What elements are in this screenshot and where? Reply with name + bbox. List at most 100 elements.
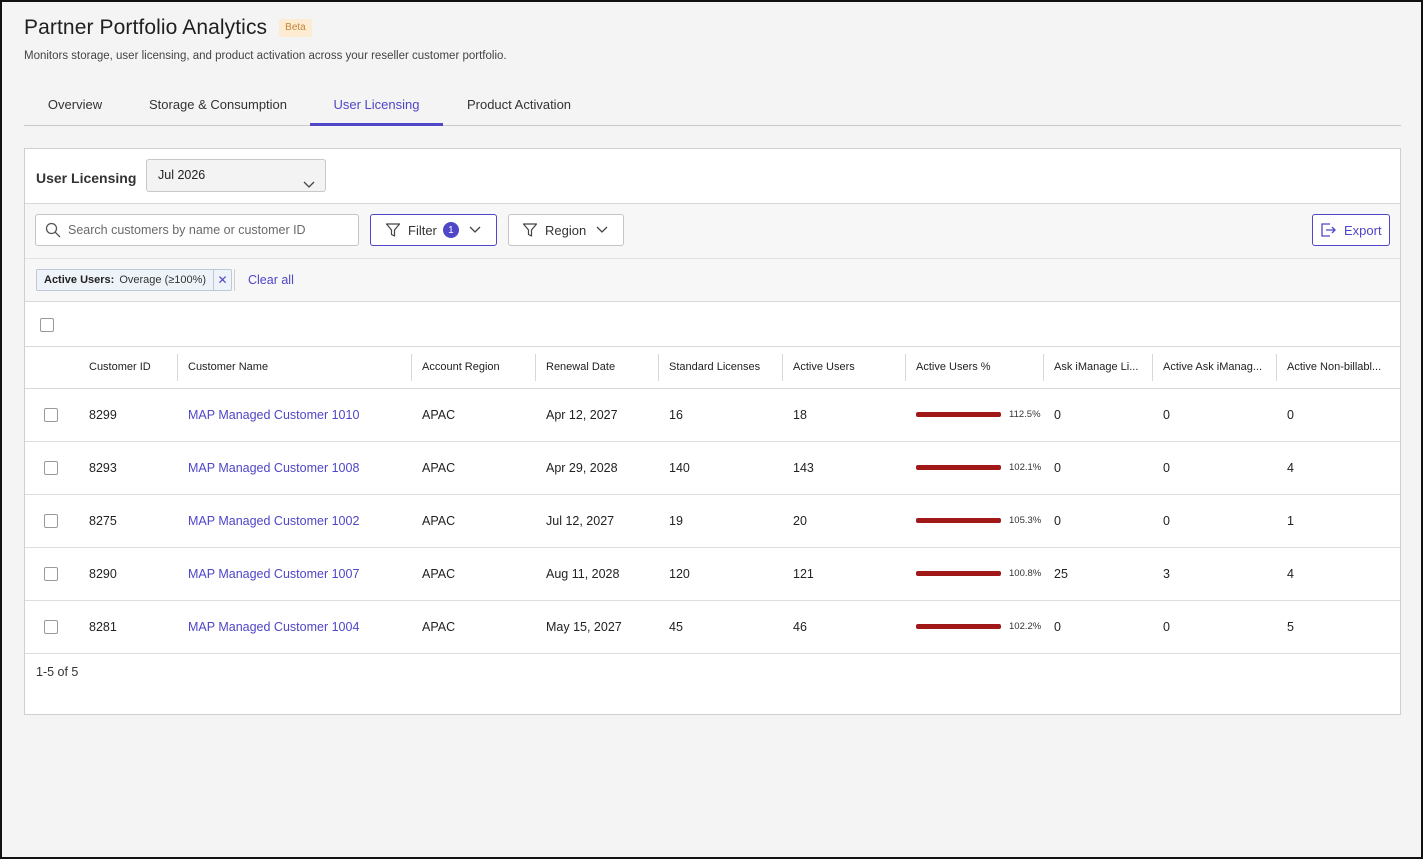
tab-user-licensing[interactable]: User Licensing: [310, 84, 443, 126]
tab-overview[interactable]: Overview: [24, 84, 126, 125]
cell-region: APAC: [411, 547, 535, 601]
cell-standard-licenses: 45: [658, 600, 782, 654]
panel-title: User Licensing: [36, 170, 137, 186]
customer-name-link[interactable]: MAP Managed Customer 1008: [188, 461, 359, 475]
toolbar: Filter 1 Region Export: [25, 204, 1400, 259]
chevron-down-icon: [303, 170, 315, 201]
header-customer-name[interactable]: Customer Name: [177, 347, 411, 389]
header-ask-imanage-licenses[interactable]: Ask iManage Li...: [1043, 347, 1152, 389]
customer-name-link[interactable]: MAP Managed Customer 1007: [188, 567, 359, 581]
cell-renewal-date: Apr 12, 2027: [535, 388, 658, 442]
search-input[interactable]: [68, 215, 353, 245]
customer-name-link[interactable]: MAP Managed Customer 1010: [188, 408, 359, 422]
select-all-checkbox[interactable]: [40, 318, 54, 332]
cell-ask-imanage: 25: [1043, 547, 1152, 601]
page-title: Partner Portfolio Analytics: [24, 16, 268, 39]
panel-header: User Licensing Jul 2026: [25, 149, 1400, 204]
customer-name-link[interactable]: MAP Managed Customer 1004: [188, 620, 359, 634]
table-row: 8299 MAP Managed Customer 1010 APAC Apr …: [25, 388, 1400, 442]
filter-label: Filter: [408, 222, 437, 238]
tab-product-activation[interactable]: Product Activation: [443, 84, 595, 125]
usage-percent: 105.3%: [1009, 515, 1042, 526]
region-label: Region: [545, 222, 587, 238]
cell-renewal-date: Aug 11, 2028: [535, 547, 658, 601]
tab-storage-consumption[interactable]: Storage & Consumption: [126, 84, 310, 125]
usage-percent: 112.5%: [1009, 409, 1041, 420]
cell-renewal-date: Jul 12, 2027: [535, 494, 658, 548]
customer-name-link[interactable]: MAP Managed Customer 1002: [188, 514, 359, 528]
filter-chip: Active Users: Overage (≥100%) ✕: [36, 269, 233, 291]
header-active-ask-imanage[interactable]: Active Ask iManag...: [1152, 347, 1276, 389]
cell-customer-id: 8275: [78, 494, 177, 548]
cell-region: APAC: [411, 494, 535, 548]
export-icon: [1319, 221, 1337, 239]
filter-icon: [522, 222, 538, 238]
header-active-users-pct[interactable]: Active Users %: [905, 347, 1043, 389]
header-active-users[interactable]: Active Users: [782, 347, 905, 389]
table-row: 8293 MAP Managed Customer 1008 APAC Apr …: [25, 441, 1400, 495]
search-icon: [45, 222, 61, 243]
header-active-non-billable[interactable]: Active Non-billabl...: [1276, 347, 1400, 389]
header-select: [25, 347, 78, 389]
cell-customer-id: 8281: [78, 600, 177, 654]
close-icon[interactable]: ✕: [213, 270, 231, 290]
cell-active-non-billable: 4: [1276, 547, 1400, 601]
cell-region: APAC: [411, 600, 535, 654]
usage-percent: 102.2%: [1009, 621, 1042, 632]
filter-chip-value: Overage (≥100%): [119, 274, 207, 286]
cell-active-ask-imanage: 0: [1152, 441, 1276, 495]
cell-active-non-billable: 0: [1276, 388, 1400, 442]
cell-customer-id: 8299: [78, 388, 177, 442]
header-standard-licenses[interactable]: Standard Licenses: [658, 347, 782, 389]
cell-customer-id: 8290: [78, 547, 177, 601]
clear-all-link[interactable]: Clear all: [248, 273, 294, 287]
pagination-summary: 1-5 of 5: [36, 665, 79, 679]
app-window: Partner Portfolio Analytics Beta Monitor…: [0, 0, 1423, 859]
row-checkbox[interactable]: [44, 513, 58, 528]
cell-region: APAC: [411, 388, 535, 442]
cell-renewal-date: Apr 29, 2028: [535, 441, 658, 495]
cell-active-users: 143: [782, 441, 905, 495]
chevron-down-icon: [469, 226, 481, 234]
cell-customer-id: 8293: [78, 441, 177, 495]
row-checkbox[interactable]: [44, 566, 58, 581]
header-customer-id[interactable]: Customer ID: [78, 347, 177, 389]
cell-active-users: 46: [782, 600, 905, 654]
cell-ask-imanage: 0: [1043, 494, 1152, 548]
cell-active-users: 18: [782, 388, 905, 442]
header-renewal-date[interactable]: Renewal Date: [535, 347, 658, 389]
usage-bar: [916, 571, 1001, 576]
filter-button[interactable]: Filter 1: [370, 214, 497, 246]
row-checkbox[interactable]: [44, 460, 58, 475]
header-account-region[interactable]: Account Region: [411, 347, 535, 389]
export-button[interactable]: Export: [1312, 214, 1390, 246]
usage-bar: [916, 518, 1001, 523]
row-checkbox[interactable]: [44, 619, 58, 634]
filter-chip-name: Active Users:: [44, 274, 115, 286]
table-row: 8275 MAP Managed Customer 1002 APAC Jul …: [25, 494, 1400, 548]
cell-renewal-date: May 15, 2027: [535, 600, 658, 654]
bulk-select-row: [25, 302, 1400, 347]
tab-bar: Overview Storage & Consumption User Lice…: [24, 84, 1401, 126]
month-select[interactable]: Jul 2026: [146, 159, 326, 192]
export-label: Export: [1344, 222, 1382, 238]
usage-bar: [916, 624, 1001, 629]
filter-icon: [385, 222, 401, 238]
row-checkbox[interactable]: [44, 407, 58, 422]
search-box[interactable]: [35, 214, 359, 246]
cell-region: APAC: [411, 441, 535, 495]
cell-ask-imanage: 0: [1043, 388, 1152, 442]
table-row: 8290 MAP Managed Customer 1007 APAC Aug …: [25, 547, 1400, 601]
region-filter-button[interactable]: Region: [508, 214, 624, 246]
month-select-value: Jul 2026: [158, 168, 206, 182]
cell-active-users: 121: [782, 547, 905, 601]
cell-ask-imanage: 0: [1043, 441, 1152, 495]
active-filters-bar: Active Users: Overage (≥100%) ✕ Clear al…: [25, 259, 1400, 302]
cell-active-non-billable: 5: [1276, 600, 1400, 654]
user-licensing-panel: User Licensing Jul 2026 Filter 1: [24, 148, 1401, 715]
cell-active-ask-imanage: 0: [1152, 600, 1276, 654]
usage-percent: 102.1%: [1009, 462, 1042, 473]
table-header-row: Customer ID Customer Name Account Region…: [25, 347, 1400, 389]
beta-badge: Beta: [279, 19, 312, 37]
filter-count-badge: 1: [442, 222, 459, 238]
